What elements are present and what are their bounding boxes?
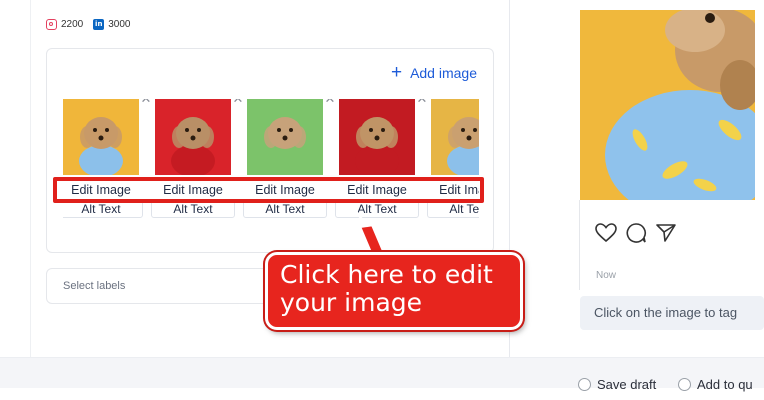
add-to-queue-radio[interactable] (678, 378, 691, 391)
instagram-icon (46, 18, 57, 30)
remove-image-icon[interactable]: ✕ (323, 99, 337, 106)
add-image-button[interactable]: + Add image (390, 62, 477, 83)
social-counts: 2200 in 3000 (46, 16, 131, 32)
add-image-label: Add image (410, 65, 477, 81)
remove-image-icon[interactable]: ✕ (139, 99, 153, 106)
thumbnail-row: ✕Edit ImageAlt Text✕Edit ImageAlt Text✕E… (63, 99, 479, 239)
linkedin-count-item: in 3000 (93, 18, 131, 30)
comment-icon[interactable] (625, 222, 647, 244)
share-icon[interactable] (655, 223, 677, 243)
media-gallery: + Add image ✕Edit ImageAlt Text✕Edit Ima… (46, 48, 494, 253)
instagram-count: 2200 (61, 18, 84, 30)
post-preview-image[interactable] (580, 10, 755, 200)
instagram-count-item: 2200 (46, 18, 84, 30)
thumbnail-photo[interactable] (63, 99, 139, 175)
save-draft-radio[interactable] (578, 378, 591, 391)
edit-image-highlight (53, 177, 484, 203)
remove-image-icon[interactable]: ✕ (231, 99, 245, 106)
add-to-queue-option[interactable]: Add to qu (678, 377, 753, 392)
dog-photo-preview (580, 10, 755, 200)
linkedin-icon: in (93, 18, 105, 30)
remove-image-icon[interactable]: ✕ (415, 99, 429, 106)
linkedin-count: 3000 (108, 18, 131, 30)
thumbnail-photo[interactable] (155, 99, 231, 175)
plus-icon: + (390, 62, 403, 83)
save-draft-option[interactable]: Save draft (578, 377, 656, 392)
heart-icon[interactable] (595, 223, 617, 243)
post-timestamp: Now (596, 270, 617, 281)
labels-select[interactable]: Select labels (46, 268, 286, 304)
thumbnail-photo[interactable] (339, 99, 415, 175)
callout-line-2: your image (280, 288, 423, 317)
add-to-queue-label: Add to qu (697, 377, 753, 392)
thumbnail-photo[interactable] (431, 99, 479, 175)
save-draft-label: Save draft (597, 377, 657, 392)
tag-hint-button[interactable]: Click on the image to tag (580, 296, 764, 330)
annotation-callout: Click here to edit your image (265, 252, 523, 330)
thumbnail-photo[interactable] (247, 99, 323, 175)
callout-line-1: Click here to edit (280, 260, 493, 289)
post-actions (595, 222, 677, 244)
